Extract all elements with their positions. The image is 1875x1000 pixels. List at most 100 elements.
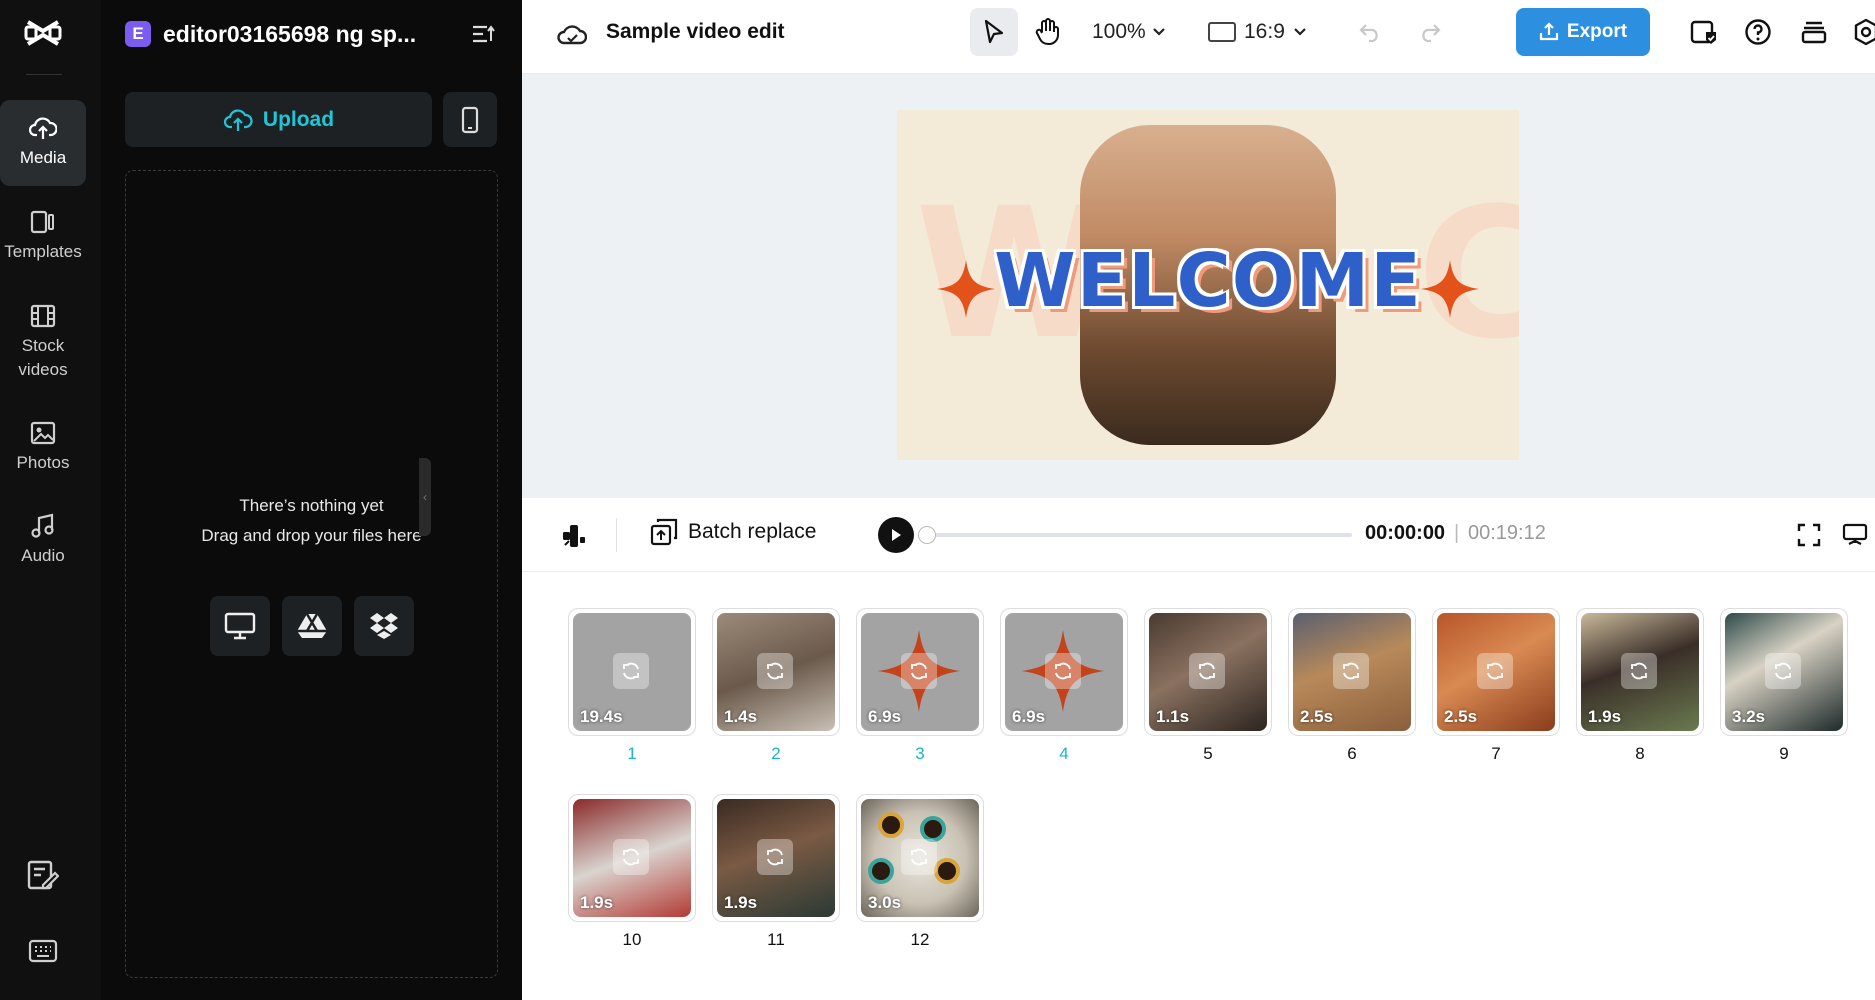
replace-icon[interactable]	[1045, 653, 1081, 689]
settings-gear-icon[interactable]	[1848, 14, 1875, 50]
hand-tool-button[interactable]	[1024, 8, 1072, 56]
play-button[interactable]	[878, 517, 914, 553]
help-icon[interactable]	[1740, 14, 1776, 50]
rail-item-audio[interactable]: Audio	[0, 512, 86, 568]
project-name[interactable]: editor03165698 ng sp...	[163, 21, 468, 48]
select-tool-button[interactable]	[970, 8, 1018, 56]
replace-icon[interactable]	[1621, 653, 1657, 689]
export-button[interactable]: Export	[1516, 8, 1650, 56]
scene-card-7[interactable]: 2.5s 7	[1432, 608, 1560, 764]
scene-thumbnail[interactable]: 6.9s	[1000, 608, 1128, 736]
phone-upload-button[interactable]	[443, 92, 497, 147]
scene-duration: 6.9s	[868, 707, 902, 726]
scene-duration: 1.4s	[724, 707, 758, 726]
google-drive-source-button[interactable]	[282, 596, 342, 656]
scene-card-12[interactable]: 3.0s 12	[856, 794, 984, 950]
scene-card-6[interactable]: 2.5s 6	[1288, 608, 1416, 764]
scene-thumbnail[interactable]: 1.9s	[712, 794, 840, 922]
scene-thumbnail[interactable]: 3.2s	[1720, 608, 1848, 736]
replace-icon[interactable]	[757, 653, 793, 689]
top-toolbar: Sample video edit 100% 16:9 Export	[522, 0, 1875, 74]
scene-card-2[interactable]: 1.4s 2	[712, 608, 840, 764]
capcut-logo-icon[interactable]	[22, 12, 64, 54]
scene-thumbnail[interactable]: 1.9s	[1576, 608, 1704, 736]
scene-card-8[interactable]: 1.9s 8	[1576, 608, 1704, 764]
rail-label-templates: Templates	[4, 242, 82, 261]
scene-card-10[interactable]: 1.9s 10	[568, 794, 696, 950]
aspect-ratio-dropdown[interactable]: 16:9	[1208, 14, 1307, 50]
replace-icon[interactable]	[1477, 653, 1513, 689]
sort-menu-icon[interactable]	[468, 19, 498, 49]
left-rail: Media Templates Stock videos Photos Audi…	[0, 0, 101, 1000]
scene-card-4[interactable]: 6.9s 4	[1000, 608, 1128, 764]
empty-hint: Drag and drop your files here	[201, 526, 422, 545]
scene-card-9[interactable]: 3.2s 9	[1720, 608, 1848, 764]
rail-item-photos[interactable]: Photos	[0, 419, 86, 475]
batch-replace-button[interactable]: Batch replace	[650, 518, 816, 546]
replace-icon[interactable]	[901, 653, 937, 689]
rail-item-templates[interactable]: Templates	[0, 208, 86, 264]
rail-label-media: Media	[19, 148, 67, 167]
drop-zone[interactable]: There’s nothing yet Drag and drop your f…	[125, 170, 498, 978]
notes-edit-icon[interactable]	[26, 858, 60, 892]
chevron-down-icon	[1294, 28, 1306, 36]
keyboard-icon[interactable]	[26, 934, 60, 968]
rail-item-stock-videos[interactable]: Stock videos	[0, 302, 86, 382]
document-title[interactable]: Sample video edit	[606, 20, 785, 44]
total-time: 00:19:12	[1468, 522, 1546, 544]
project-avatar[interactable]: E	[125, 21, 151, 47]
undo-button[interactable]	[1352, 14, 1388, 50]
brand-kit-icon[interactable]	[1686, 14, 1722, 50]
scene-duration: 3.2s	[1732, 707, 1766, 726]
scene-card-11[interactable]: 1.9s 11	[712, 794, 840, 950]
scene-thumbnail[interactable]: 19.4s	[568, 608, 696, 736]
redo-button[interactable]	[1412, 14, 1448, 50]
aspect-ratio-icon	[1208, 22, 1236, 42]
scene-duration: 19.4s	[580, 707, 623, 726]
rail-item-media[interactable]: Media	[0, 100, 86, 186]
film-icon	[29, 302, 57, 330]
scene-thumbnail[interactable]: 1.4s	[712, 608, 840, 736]
replace-icon[interactable]	[613, 653, 649, 689]
computer-source-button[interactable]	[210, 596, 270, 656]
scene-thumbnail[interactable]: 6.9s	[856, 608, 984, 736]
layers-stack-icon[interactable]	[1796, 14, 1832, 50]
cloud-save-icon[interactable]	[554, 16, 590, 52]
chevron-down-icon	[1152, 28, 1165, 36]
replace-icon[interactable]	[1333, 653, 1369, 689]
scene-duration: 1.9s	[1588, 707, 1622, 726]
fullscreen-icon[interactable]	[1792, 518, 1826, 552]
dropbox-source-button[interactable]	[354, 596, 414, 656]
aspect-ratio-value: 16:9	[1244, 20, 1285, 43]
playback-scrubber[interactable]	[918, 526, 1352, 544]
scene-number: 2	[771, 744, 781, 763]
scene-duration: 1.9s	[724, 893, 758, 912]
scene-thumbnail[interactable]: 3.0s	[856, 794, 984, 922]
scene-layout-icon[interactable]	[558, 520, 590, 552]
scene-card-1[interactable]: 19.4s 1	[568, 608, 696, 764]
scene-number: 10	[622, 930, 642, 949]
current-time: 00:00:00	[1365, 522, 1446, 544]
preview-canvas[interactable]: W C WELCOME	[522, 74, 1875, 498]
scene-card-5[interactable]: 1.1s 5	[1144, 608, 1272, 764]
scrubber-handle[interactable]	[918, 526, 936, 544]
replace-icon[interactable]	[1189, 653, 1225, 689]
welcome-text[interactable]: WELCOME	[897, 238, 1519, 324]
replace-icon[interactable]	[613, 839, 649, 875]
replace-icon[interactable]	[757, 839, 793, 875]
scene-thumbnail[interactable]: 1.9s	[568, 794, 696, 922]
cursor-arrow-icon	[984, 19, 1004, 44]
replace-icon[interactable]	[901, 839, 937, 875]
scene-thumbnail[interactable]: 1.1s	[1144, 608, 1272, 736]
playback-bar: Batch replace 00:00:00 | 00:19:12	[522, 498, 1875, 572]
upload-button[interactable]: Upload	[125, 92, 432, 147]
video-frame[interactable]: W C WELCOME	[897, 110, 1519, 460]
scene-card-3[interactable]: 6.9s 3	[856, 608, 984, 764]
scene-thumbnail[interactable]: 2.5s	[1432, 608, 1560, 736]
presentation-icon[interactable]	[1838, 518, 1872, 552]
scene-thumbnail[interactable]: 2.5s	[1288, 608, 1416, 736]
scene-number: 3	[915, 744, 925, 763]
panel-collapse-handle[interactable]: ‹	[419, 458, 431, 536]
zoom-dropdown[interactable]: 100%	[1092, 14, 1166, 50]
replace-icon[interactable]	[1765, 653, 1801, 689]
